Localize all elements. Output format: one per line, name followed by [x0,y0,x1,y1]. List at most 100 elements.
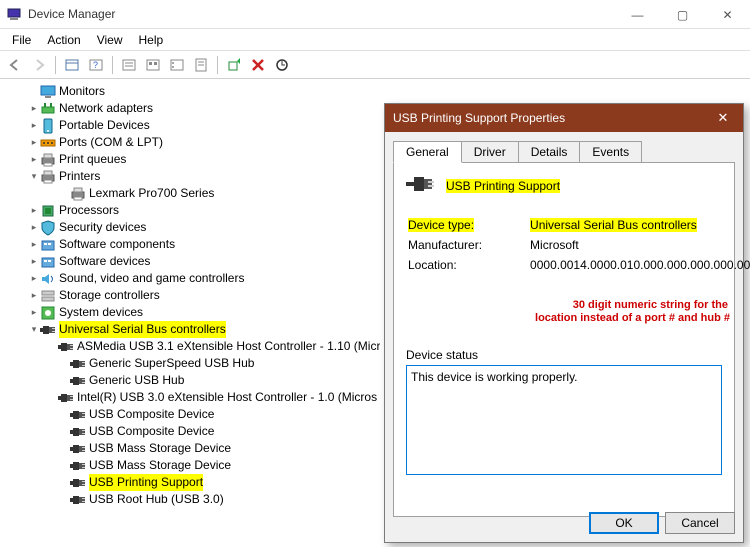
usb-icon [70,356,86,372]
tree-node[interactable]: USB Mass Storage Device [10,457,376,474]
tree-node-label: USB Root Hub (USB 3.0) [89,491,224,508]
chevron-right-icon[interactable]: ▸ [28,202,40,219]
chevron-right-icon[interactable]: ▸ [28,117,40,134]
chevron-right-icon[interactable]: ▸ [28,134,40,151]
menu-bar: File Action View Help [0,29,750,51]
tree-node[interactable]: Intel(R) USB 3.0 eXtensible Host Control… [10,389,376,406]
chevron-right-icon[interactable]: ▸ [28,270,40,287]
tree-node[interactable]: Generic USB Hub [10,372,376,389]
menu-help[interactable]: Help [131,31,172,49]
device-tree[interactable]: Monitors▸Network adapters▸Portable Devic… [0,81,380,547]
chevron-right-icon[interactable]: ▸ [28,287,40,304]
usb-icon [40,322,56,338]
update-driver-button[interactable] [271,54,293,76]
tree-node[interactable]: ▸ System devices [10,304,376,321]
dialog-title: USB Printing Support Properties [393,111,565,125]
tree-node-label: Network adapters [59,100,153,117]
view-list-button[interactable] [166,54,188,76]
net-icon [40,101,56,117]
help-button[interactable]: ? [85,54,107,76]
tree-node-label: ASMedia USB 3.1 eXtensible Host Controll… [77,338,380,355]
tree-node[interactable]: ▾Printers [10,168,376,185]
tree-node[interactable]: USB Composite Device [10,406,376,423]
menu-file[interactable]: File [4,31,39,49]
tree-node-label: Security devices [59,219,146,236]
window-title: Device Manager [28,7,115,21]
close-button[interactable]: ✕ [705,0,750,29]
tab-general[interactable]: General [393,141,462,163]
tree-node-label: Print queues [59,151,126,168]
properties-button[interactable] [190,54,212,76]
manufacturer-value: Microsoft [490,236,750,254]
tree-node-label: Lexmark Pro700 Series [89,185,214,202]
chevron-right-icon[interactable]: ▸ [28,219,40,236]
usb-icon [58,390,74,406]
usb-icon [70,441,86,457]
maximize-button[interactable]: ▢ [660,0,705,29]
dialog-close-button[interactable]: ✕ [703,104,743,132]
tree-node[interactable]: USB Mass Storage Device [10,440,376,457]
tree-node[interactable]: Lexmark Pro700 Series [10,185,376,202]
minimize-button[interactable]: — [615,0,660,29]
back-button[interactable] [4,54,26,76]
chevron-right-icon[interactable]: ▸ [28,304,40,321]
tree-node-label: USB Composite Device [89,423,214,440]
tree-node-label: System devices [59,304,143,321]
printq-icon [40,152,56,168]
tree-node-label: USB Mass Storage Device [89,440,231,457]
tree-node[interactable]: ▸ Network adapters [10,100,376,117]
tree-node[interactable]: ▸ Processors [10,202,376,219]
dialog-title-bar[interactable]: USB Printing Support Properties ✕ [385,104,743,132]
tree-node-label: Ports (COM & LPT) [59,134,163,151]
tree-node-label: Storage controllers [59,287,160,304]
device-name: USB Printing Support [446,179,560,193]
tree-node[interactable]: Monitors [10,83,376,100]
sw-icon [40,237,56,253]
tree-node[interactable]: ▾Universal Serial Bus controllers [10,321,376,338]
system-icon [40,305,56,321]
tree-node[interactable]: ▸ Software devices [10,253,376,270]
toolbar: ? [0,51,750,79]
tree-node-label: Processors [59,202,119,219]
usb-icon [70,407,86,423]
printer-icon [70,186,86,202]
chevron-down-icon[interactable]: ▾ [28,168,40,185]
tree-node[interactable]: USB Root Hub (USB 3.0) [10,491,376,508]
show-hidden-button[interactable] [61,54,83,76]
tree-node-label: Software devices [59,253,150,270]
usb-icon [70,475,86,491]
tree-node[interactable]: ▸ Security devices [10,219,376,236]
tree-node[interactable]: ▸Portable Devices [10,117,376,134]
tab-strip: General Driver Details Events [385,132,743,162]
uninstall-button[interactable] [247,54,269,76]
tree-node[interactable]: USB Composite Device [10,423,376,440]
tab-details[interactable]: Details [518,141,581,163]
tree-node[interactable]: ASMedia USB 3.1 eXtensible Host Controll… [10,338,376,355]
tree-node[interactable]: ▸ Ports (COM & LPT) [10,134,376,151]
cancel-button[interactable]: Cancel [665,512,735,534]
chevron-right-icon[interactable]: ▸ [28,151,40,168]
chevron-down-icon[interactable]: ▾ [28,321,40,338]
tree-node[interactable]: ▸Sound, video and game controllers [10,270,376,287]
tree-node[interactable]: USB Printing Support [10,474,376,491]
scan-hardware-button[interactable] [223,54,245,76]
usb-icon [70,424,86,440]
view-details-button[interactable] [118,54,140,76]
chevron-right-icon[interactable]: ▸ [28,236,40,253]
usb-icon [70,458,86,474]
tab-events[interactable]: Events [579,141,642,163]
ok-button[interactable]: OK [589,512,659,534]
tree-node[interactable]: Generic SuperSpeed USB Hub [10,355,376,372]
chevron-right-icon[interactable]: ▸ [28,100,40,117]
tree-node[interactable]: ▸ Print queues [10,151,376,168]
forward-button[interactable] [28,54,50,76]
view-large-button[interactable] [142,54,164,76]
tab-driver[interactable]: Driver [461,141,519,163]
menu-view[interactable]: View [89,31,131,49]
tree-node[interactable]: ▸Software components [10,236,376,253]
menu-action[interactable]: Action [39,31,88,49]
annotation-line2: location instead of a port # and hub # [535,312,730,324]
device-status-box[interactable]: This device is working properly. [406,365,722,475]
chevron-right-icon[interactable]: ▸ [28,253,40,270]
tree-node[interactable]: ▸ Storage controllers [10,287,376,304]
